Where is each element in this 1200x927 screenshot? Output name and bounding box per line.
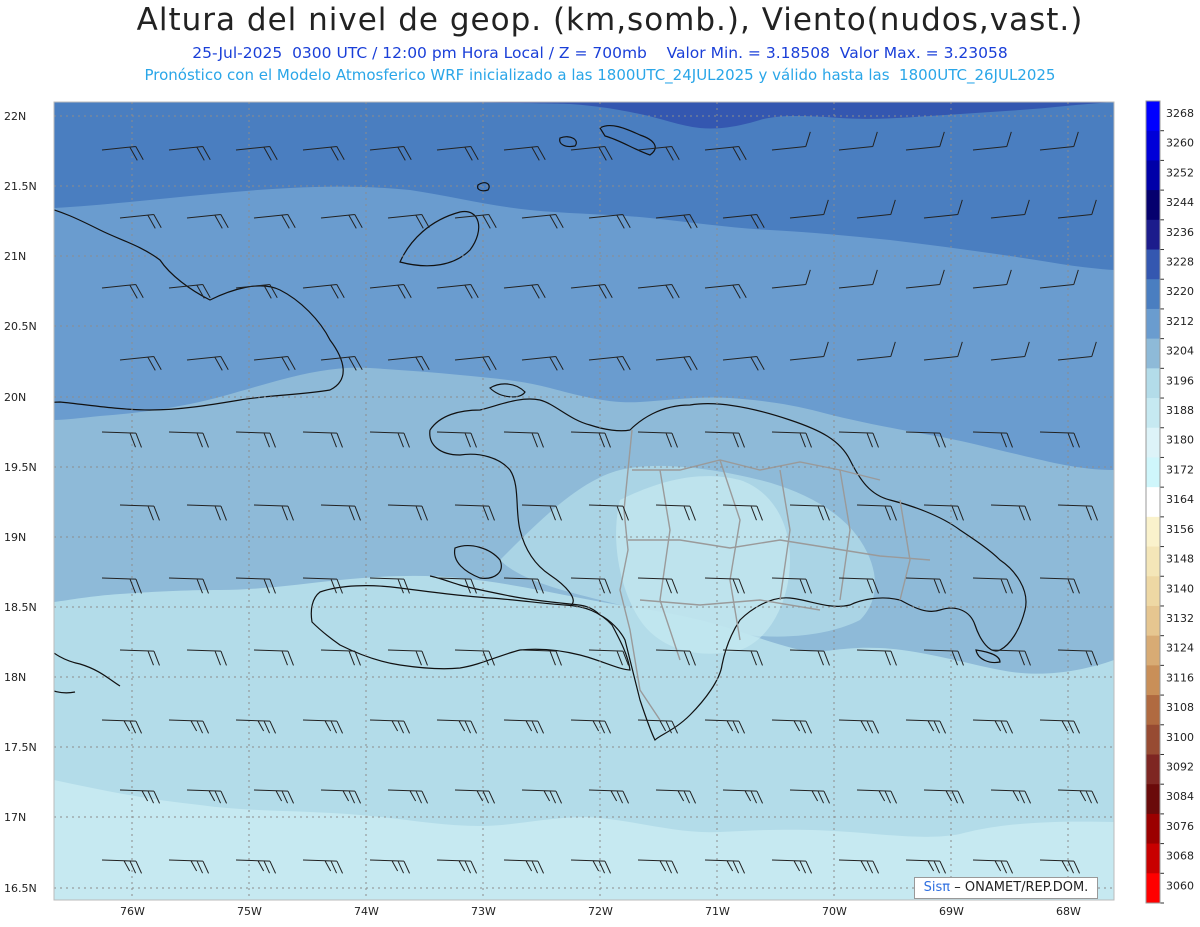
colorbar-swatch — [1146, 576, 1160, 607]
lon-label: 70W — [822, 905, 847, 918]
colorbar-label: 3084 — [1166, 790, 1194, 803]
colorbar-label: 3196 — [1166, 374, 1194, 387]
colorbar-swatch — [1146, 279, 1160, 310]
colorbar-swatch — [1146, 843, 1160, 874]
colorbar-swatch — [1146, 695, 1160, 726]
lat-label: 22N — [4, 110, 26, 123]
colorbar-swatch — [1146, 338, 1160, 369]
colorbar-label: 3212 — [1166, 315, 1194, 328]
lon-label: 76W — [120, 905, 145, 918]
lat-label: 18N — [4, 671, 26, 684]
colorbar-label: 3100 — [1166, 731, 1194, 744]
lon-label: 74W — [354, 905, 379, 918]
colorbar-swatch — [1146, 784, 1160, 815]
colorbar-swatch — [1146, 101, 1160, 132]
lat-label: 17N — [4, 811, 26, 824]
lat-label: 21.5N — [4, 180, 37, 193]
colorbar-swatch — [1146, 813, 1160, 845]
colorbar-label: 3076 — [1166, 820, 1194, 833]
colorbar-label: 3116 — [1166, 671, 1194, 684]
colorbar-swatch — [1146, 427, 1160, 458]
colorbar-swatch — [1146, 190, 1160, 221]
colorbar-label: 3108 — [1166, 701, 1194, 714]
colorbar-swatch — [1146, 308, 1160, 340]
colorbar-swatch — [1146, 219, 1160, 251]
lat-label: 19N — [4, 531, 26, 544]
colorbar-label: 3060 — [1166, 879, 1194, 892]
colorbar-label: 3068 — [1166, 850, 1194, 863]
credit-brand: Sisπ — [923, 880, 951, 895]
colorbar-swatch — [1146, 605, 1160, 637]
lat-label: 18.5N — [4, 601, 37, 614]
colorbar-label: 3236 — [1166, 226, 1194, 239]
colorbar-swatch — [1146, 160, 1160, 191]
colorbar-swatch — [1146, 546, 1160, 577]
colorbar-label: 3132 — [1166, 612, 1194, 625]
colorbar-label: 3124 — [1166, 642, 1194, 655]
colorbar-label: 3244 — [1166, 196, 1194, 209]
lon-label: 69W — [939, 905, 964, 918]
lon-label: 72W — [588, 905, 613, 918]
colorbar-swatch — [1146, 130, 1160, 161]
colorbar-label: 3204 — [1166, 345, 1194, 358]
colorbar-swatch — [1146, 368, 1160, 399]
colorbar-swatch — [1146, 754, 1160, 785]
lat-label: 21N — [4, 250, 26, 263]
geopotential-field — [54, 102, 1114, 900]
colorbar: 3268 3260 3252 3244 3236 3228 3220 3212 3204 3196… — [1145, 100, 1194, 904]
colorbar-label: 3188 — [1166, 404, 1194, 417]
lon-label: 73W — [471, 905, 496, 918]
colorbar-swatch — [1146, 873, 1160, 904]
colorbar-label: 3180 — [1166, 434, 1194, 447]
colorbar-swatch — [1146, 665, 1160, 696]
longitude-axis: 76W 75W 74W 73W 72W 71W 70W 69W 68W — [120, 905, 1081, 918]
lat-label: 17.5N — [4, 741, 37, 754]
latitude-axis: 22N 21.5N 21N 20.5N 20N 19.5N 19N 18.5N … — [4, 110, 37, 895]
colorbar-swatch — [1146, 398, 1160, 429]
colorbar-swatch — [1146, 457, 1160, 488]
colorbar-label: 3268 — [1166, 107, 1194, 120]
colorbar-swatch — [1146, 724, 1160, 755]
colorbar-label: 3140 — [1166, 582, 1194, 595]
colorbar-label: 3156 — [1166, 523, 1194, 536]
colorbar-swatch — [1146, 516, 1160, 548]
lat-label: 20.5N — [4, 320, 37, 333]
colorbar-label: 3260 — [1166, 137, 1194, 150]
lon-label: 68W — [1056, 905, 1081, 918]
lon-label: 71W — [705, 905, 730, 918]
colorbar-label: 3092 — [1166, 760, 1194, 773]
colorbar-swatch — [1146, 487, 1160, 518]
colorbar-label: 3228 — [1166, 256, 1194, 269]
credit-box: Sisπ – ONAMET/REP.DOM. — [914, 877, 1098, 899]
lat-label: 16.5N — [4, 882, 37, 895]
colorbar-label: 3252 — [1166, 166, 1194, 179]
colorbar-label: 3172 — [1166, 463, 1194, 476]
colorbar-swatch — [1146, 635, 1160, 666]
colorbar-label: 3164 — [1166, 493, 1194, 506]
colorbar-swatch — [1146, 249, 1160, 280]
colorbar-label: 3148 — [1166, 553, 1194, 566]
lat-label: 20N — [4, 391, 26, 404]
map-canvas: 22N 21.5N 21N 20.5N 20N 19.5N 19N 18.5N … — [4, 100, 1194, 918]
credit-text: – ONAMET/REP.DOM. — [954, 880, 1089, 895]
lat-label: 19.5N — [4, 461, 37, 474]
colorbar-label: 3220 — [1166, 285, 1194, 298]
lon-label: 75W — [237, 905, 262, 918]
